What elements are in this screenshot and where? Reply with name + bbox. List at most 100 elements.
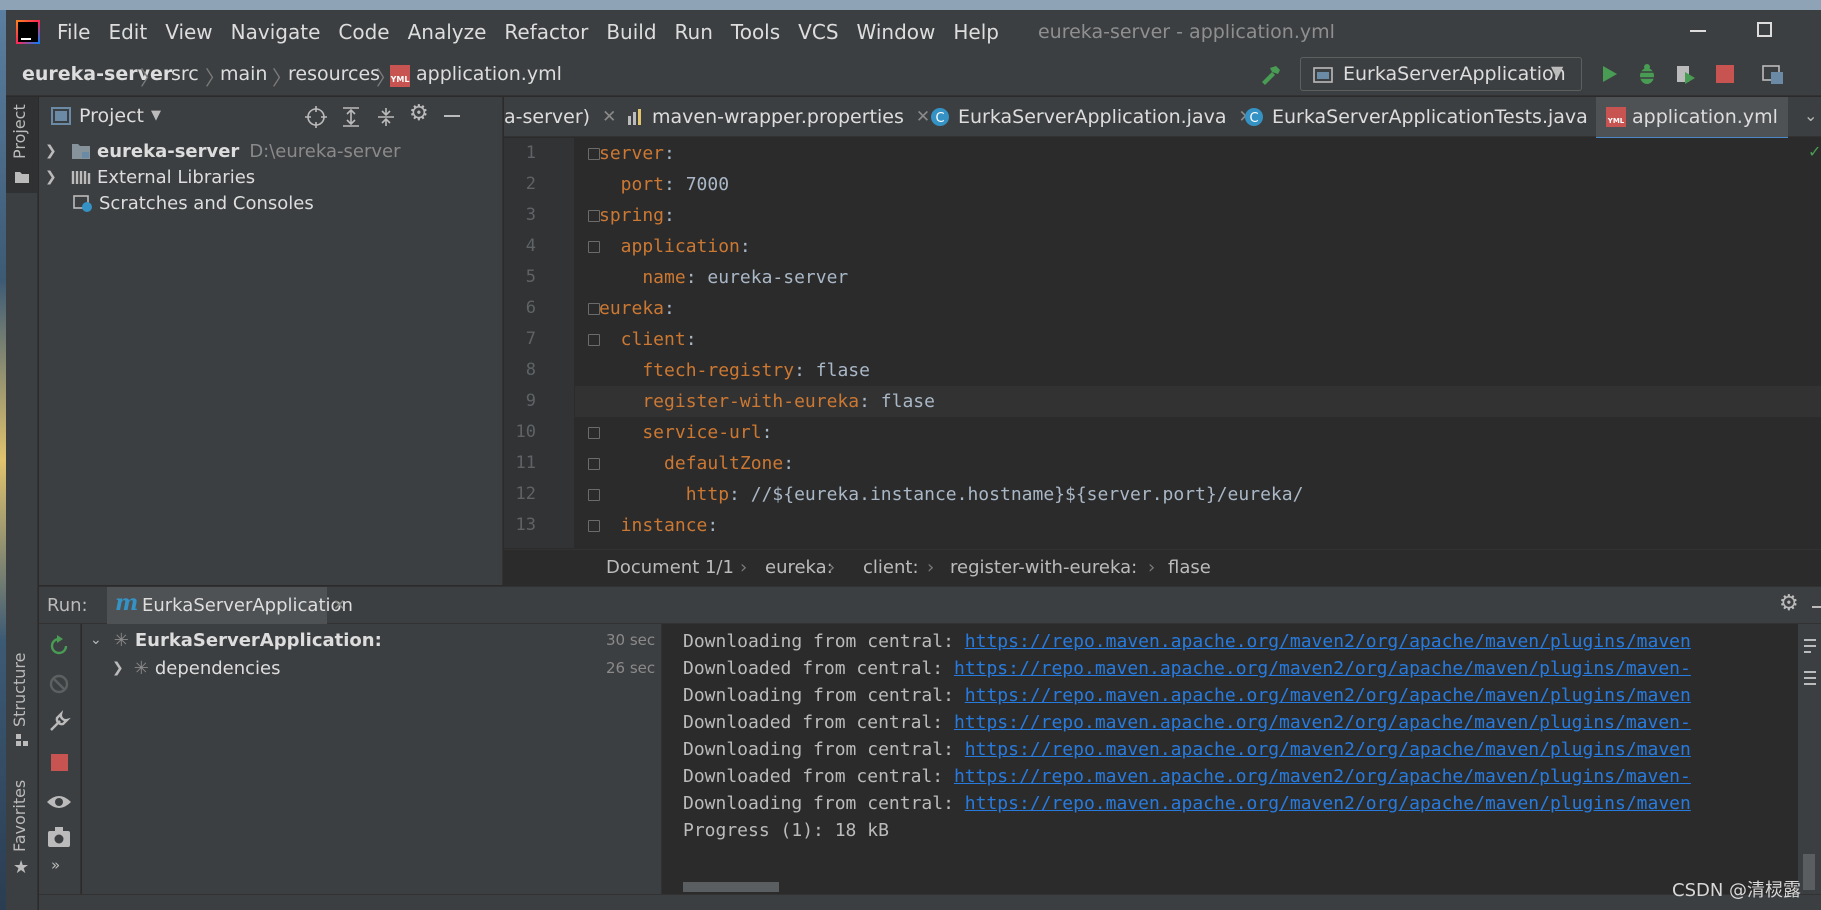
code-line[interactable]: 6 eureka: (504, 293, 1821, 324)
eye-icon[interactable] (46, 792, 72, 812)
run-tab[interactable]: m EurkaServerApplication ✕ (107, 587, 353, 624)
console-link[interactable]: https://repo.maven.apache.org/maven2/org… (965, 739, 1691, 760)
console-link[interactable]: https://repo.maven.apache.org/maven2/org… (965, 793, 1691, 814)
minimize-icon[interactable] (1690, 30, 1706, 32)
console-link[interactable]: https://repo.maven.apache.org/maven2/org… (954, 712, 1691, 733)
run-with-coverage-icon[interactable] (1673, 62, 1697, 86)
menu-edit[interactable]: Edit (99, 20, 156, 44)
favorites-tab-label[interactable]: Favorites (10, 780, 29, 852)
console-output[interactable]: Downloading from central: https://repo.m… (663, 624, 1798, 894)
soft-wrap-icon[interactable] (1803, 638, 1817, 656)
editor-tab-application-java[interactable]: C EurkaServerApplication.java✕ (930, 97, 1253, 137)
menu-tools[interactable]: Tools (722, 20, 789, 44)
code-line[interactable]: 11 defaultZone: (504, 448, 1821, 479)
yaml-separator: : (685, 329, 697, 350)
project-structure-icon[interactable] (1761, 62, 1785, 86)
run-icon[interactable] (1598, 63, 1620, 85)
run-configuration-selector[interactable]: EurkaServerApplication ▼ (1300, 57, 1582, 91)
camera-icon[interactable] (47, 826, 71, 848)
close-icon[interactable]: ✕ (916, 107, 930, 127)
breadcrumb-value[interactable]: flase (1168, 557, 1211, 578)
chevron-right-icon[interactable]: ❯ (112, 660, 124, 676)
console-link[interactable]: https://repo.maven.apache.org/maven2/org… (954, 658, 1691, 679)
code-line[interactable]: 4 application: (504, 231, 1821, 262)
console-link[interactable]: https://repo.maven.apache.org/maven2/org… (965, 631, 1691, 652)
yaml-key: defaultZone (599, 453, 784, 474)
breadcrumb-separator: 〉 (140, 66, 160, 90)
tree-item-scratches[interactable]: Scratches and Consoles (39, 189, 314, 217)
structure-tab-label[interactable]: Structure (10, 653, 29, 727)
breadcrumb-client[interactable]: client: (863, 557, 919, 578)
wrench-icon[interactable] (47, 710, 71, 734)
collapse-all-icon[interactable] (376, 106, 396, 128)
breadcrumb-register-with-eureka[interactable]: register-with-eureka: (950, 557, 1137, 578)
project-tab-label[interactable]: Project (10, 104, 29, 159)
code-line[interactable]: 12 http: //${eureka.instance.hostname}${… (504, 479, 1821, 510)
code-line[interactable]: 3 spring: (504, 200, 1821, 231)
locate-file-icon[interactable] (305, 106, 327, 128)
breadcrumb-document[interactable]: Document 1/1 (606, 557, 734, 578)
editor-tab-partial[interactable]: a-server) ✕ (504, 97, 616, 137)
chevron-down-icon[interactable]: ⌄ (1804, 106, 1817, 125)
console-text: Downloading from central: (683, 739, 965, 760)
breadcrumb-src[interactable]: src (171, 63, 199, 85)
menu-help[interactable]: Help (944, 20, 1008, 44)
run-tree-item-application[interactable]: ⌄ ✳ EurkaServerApplication: 30 sec (82, 626, 662, 654)
breadcrumb-resources[interactable]: resources (288, 63, 380, 85)
hide-panel-icon[interactable] (444, 115, 460, 117)
editor-tab-maven-wrapper[interactable]: maven-wrapper.properties ✕ (626, 97, 930, 137)
menu-run[interactable]: Run (666, 20, 722, 44)
menu-vcs[interactable]: VCS (789, 20, 847, 44)
code-line[interactable]: 8 ftech-registry: flase (504, 355, 1821, 386)
chevron-down-icon[interactable]: ▼ (151, 108, 161, 123)
build-hammer-icon[interactable] (1258, 62, 1284, 88)
menu-navigate[interactable]: Navigate (222, 20, 330, 44)
menu-code[interactable]: Code (329, 20, 398, 44)
chevron-down-icon[interactable]: ⌄ (90, 632, 102, 648)
editor-tab-application-tests[interactable]: C EurkaServerApplicationTests.java✕ (1244, 97, 1614, 137)
code-line[interactable]: 2 port: 7000 (504, 169, 1821, 200)
gear-icon[interactable]: ⚙ (1779, 591, 1799, 616)
hide-panel-icon[interactable] (1812, 606, 1821, 608)
more-icon[interactable]: » (51, 856, 60, 874)
code-line[interactable]: 13 instance: (504, 510, 1821, 541)
maximize-icon[interactable] (1757, 22, 1772, 37)
code-line[interactable]: 1 server: (504, 138, 1821, 169)
breadcrumb-file[interactable]: application.yml (416, 63, 562, 85)
project-panel-title[interactable]: Project (79, 105, 144, 127)
editor-tab-application-yml[interactable]: YML application.yml (1596, 97, 1788, 140)
close-icon[interactable]: ✕ (333, 596, 346, 614)
stop-icon[interactable] (51, 754, 68, 771)
breadcrumb-main[interactable]: main (220, 63, 267, 85)
expand-all-icon[interactable] (341, 106, 361, 128)
chevron-right-icon[interactable]: ❯ (45, 169, 57, 185)
run-tree-item-dependencies[interactable]: ❯ ✳ dependencies 26 sec (82, 654, 662, 682)
code-editor[interactable]: 1 server: 2 port: 7000 3 spring: 4 applicatio… (504, 138, 1821, 548)
console-link[interactable]: https://repo.maven.apache.org/maven2/org… (965, 685, 1691, 706)
console-link[interactable]: https://repo.maven.apache.org/maven2/org… (954, 766, 1691, 787)
code-line[interactable]: 7 client: (504, 324, 1821, 355)
gear-icon[interactable]: ⚙ (409, 101, 429, 126)
menu-build[interactable]: Build (597, 20, 665, 44)
menu-analyze[interactable]: Analyze (399, 20, 496, 44)
run-tree-time: 30 sec (606, 631, 656, 649)
menu-file[interactable]: File (48, 20, 99, 44)
code-line[interactable]: 10 service-url: (504, 417, 1821, 448)
chevron-right-icon[interactable]: ❯ (45, 143, 57, 159)
debug-bug-icon[interactable] (1635, 62, 1659, 86)
close-icon[interactable]: ✕ (602, 107, 616, 127)
toggle-offline-icon[interactable] (47, 672, 71, 696)
scroll-to-end-icon[interactable] (1803, 670, 1817, 688)
tree-item-external-libraries[interactable]: ❯ External Libraries (39, 163, 255, 191)
code-line[interactable]: 9 register-with-eureka: flase (504, 386, 1821, 417)
tree-item-eureka-server[interactable]: ❯ eureka-server D:\eureka-server (39, 137, 400, 165)
menu-window[interactable]: Window (848, 20, 945, 44)
rerun-icon[interactable] (47, 634, 71, 658)
code-line[interactable]: 5 name: eureka-server (504, 262, 1821, 293)
menu-view[interactable]: View (156, 20, 221, 44)
menu-refactor[interactable]: Refactor (495, 20, 597, 44)
vertical-scrollbar[interactable] (1803, 854, 1815, 890)
horizontal-scrollbar[interactable] (683, 882, 779, 892)
stop-icon[interactable] (1716, 65, 1734, 83)
breadcrumb-eureka[interactable]: eureka: (765, 557, 833, 578)
